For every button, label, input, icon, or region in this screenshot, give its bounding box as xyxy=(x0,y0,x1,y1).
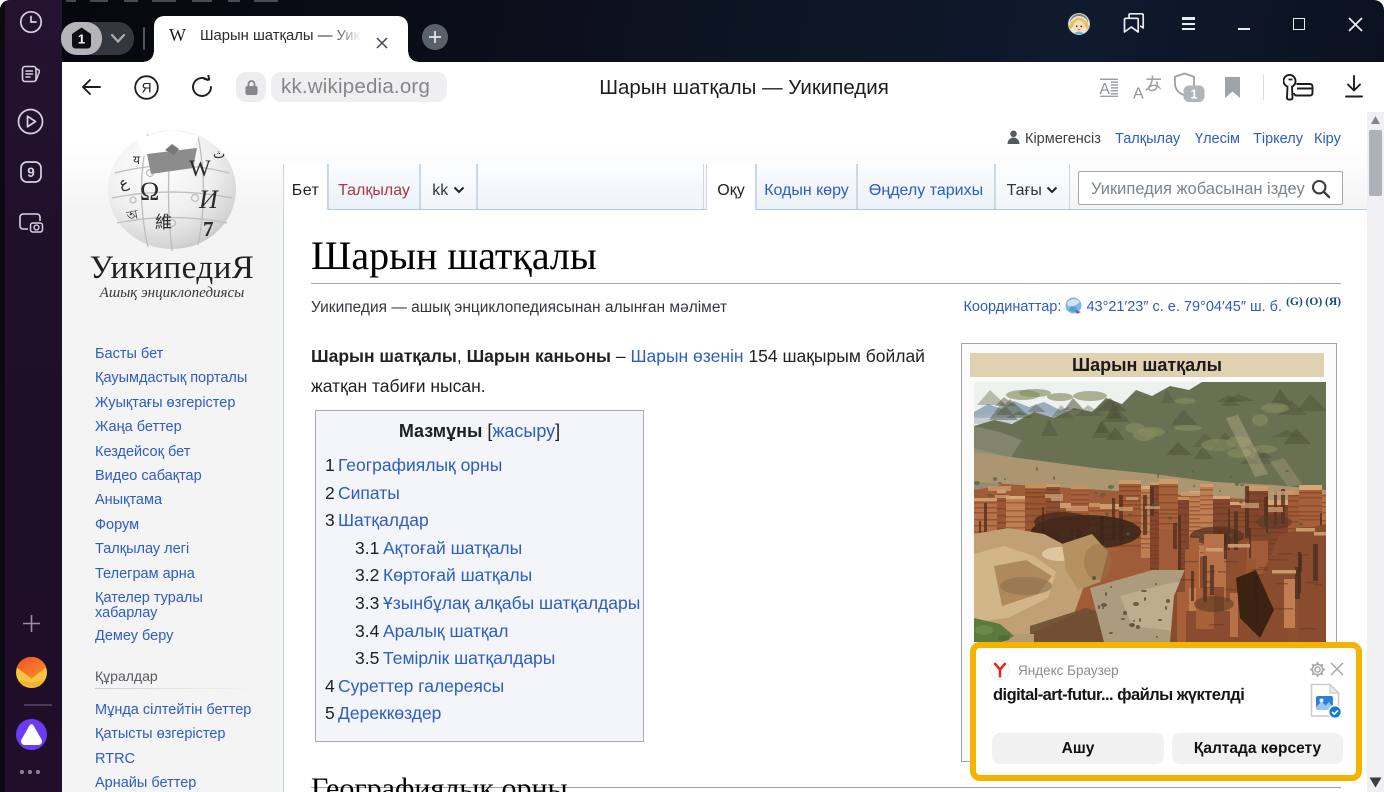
svg-text:維: 維 xyxy=(155,213,172,232)
svg-text:A: A xyxy=(1133,86,1144,101)
svg-text:ث: ث xyxy=(213,146,225,161)
svg-text:W: W xyxy=(189,156,211,181)
svg-text:Ω: Ω xyxy=(140,177,159,206)
svg-text:1: 1 xyxy=(1191,88,1198,102)
svg-text:И: И xyxy=(198,185,219,214)
svg-text:9: 9 xyxy=(27,165,35,180)
svg-text:7: 7 xyxy=(203,217,214,241)
svg-text:य: य xyxy=(133,153,141,167)
svg-text:1: 1 xyxy=(78,32,85,47)
svg-text:A: A xyxy=(1100,81,1111,97)
